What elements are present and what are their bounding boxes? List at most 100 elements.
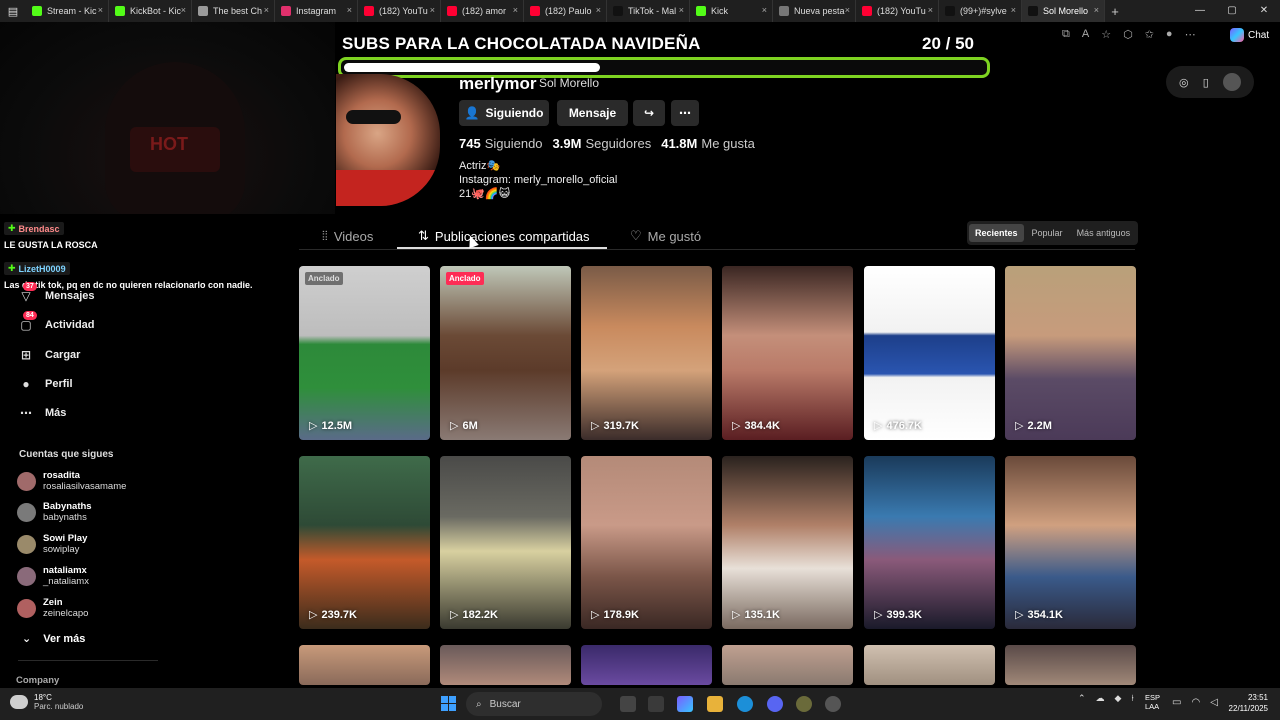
- open-in-app-icon[interactable]: ⧉: [1062, 28, 1070, 41]
- extensions-icon[interactable]: ⬡: [1123, 28, 1133, 41]
- close-window-icon[interactable]: ✕: [1248, 0, 1280, 22]
- sort-recent-button[interactable]: Recientes: [969, 224, 1024, 242]
- browser-tab[interactable]: Nueva pesta ×: [773, 0, 856, 22]
- browser-menu-icon[interactable]: ▤: [0, 5, 26, 18]
- tab-close-icon[interactable]: ×: [513, 5, 518, 15]
- following-button[interactable]: 👤 Siguiendo: [459, 100, 549, 126]
- sort-popular-button[interactable]: Popular: [1026, 224, 1069, 242]
- browser-tab[interactable]: (182) Paulo ×: [524, 0, 607, 22]
- browser-tab[interactable]: TikTok - Mal ×: [607, 0, 690, 22]
- tab-close-icon[interactable]: ×: [98, 5, 103, 15]
- nav-upload[interactable]: ⊞ Cargar: [19, 348, 81, 362]
- video-thumbnail[interactable]: [581, 645, 712, 685]
- app-tray-icon[interactable]: ◆: [1115, 693, 1122, 704]
- obs-icon[interactable]: [825, 696, 841, 712]
- sort-oldest-button[interactable]: Más antiguos: [1071, 224, 1137, 242]
- tab-close-icon[interactable]: ×: [845, 5, 850, 15]
- tab-close-icon[interactable]: ×: [928, 5, 933, 15]
- video-thumbnail[interactable]: ▷ 399.3K: [864, 456, 995, 629]
- nav-more[interactable]: ⋯ Más: [19, 406, 66, 420]
- menu-dots-icon[interactable]: ⋯: [1185, 28, 1196, 41]
- favorites-icon[interactable]: ✩: [1145, 28, 1154, 41]
- copilot-taskbar-icon[interactable]: [677, 696, 693, 712]
- browser-tab[interactable]: (182) amor ×: [441, 0, 524, 22]
- video-thumbnail[interactable]: [299, 645, 430, 685]
- profile-avatar[interactable]: [336, 74, 440, 206]
- chevron-up-icon[interactable]: ⌃: [1078, 693, 1086, 704]
- cloud-tray-icon[interactable]: ☁: [1096, 693, 1105, 704]
- browser-tab[interactable]: (182) YouTu ×: [856, 0, 939, 22]
- tab-close-icon[interactable]: ×: [679, 5, 684, 15]
- copilot-chat-button[interactable]: Chat: [1230, 28, 1269, 42]
- browser-tab[interactable]: Kick ×: [690, 0, 773, 22]
- system-clock[interactable]: 23:51 22/11/2025: [1222, 692, 1268, 714]
- maximize-icon[interactable]: ▢: [1216, 0, 1248, 22]
- discord-icon[interactable]: [767, 696, 783, 712]
- user-avatar[interactable]: [1222, 73, 1241, 91]
- tab-close-icon[interactable]: ×: [762, 5, 767, 15]
- nav-messages[interactable]: ▽ 37 Mensajes: [19, 282, 95, 303]
- following-account[interactable]: Babynaths babynaths: [17, 501, 92, 523]
- store-icon[interactable]: [648, 696, 664, 712]
- browser-tab[interactable]: The best Ch ×: [192, 0, 275, 22]
- tab-close-icon[interactable]: ×: [347, 5, 352, 15]
- share-button[interactable]: ↪: [633, 100, 665, 126]
- browser-tab[interactable]: Stream - Kic ×: [26, 0, 109, 22]
- tab-close-icon[interactable]: ×: [1011, 5, 1016, 15]
- message-button[interactable]: Mensaje: [557, 100, 628, 126]
- video-thumbnail[interactable]: Anclado ▷ 6M: [440, 266, 571, 440]
- following-account[interactable]: Sowi Play sowiplay: [17, 533, 87, 555]
- more-options-button[interactable]: ⋯: [671, 100, 699, 126]
- task-view-icon[interactable]: [620, 696, 636, 712]
- stat-followers[interactable]: 3.9M Seguidores: [553, 136, 652, 151]
- tab-close-icon[interactable]: ×: [1094, 5, 1099, 15]
- following-account[interactable]: rosadita rosaliasilvasamame: [17, 470, 126, 492]
- minimize-icon[interactable]: —: [1184, 0, 1216, 22]
- video-thumbnail[interactable]: ▷ 354.1K: [1005, 456, 1136, 629]
- following-account[interactable]: nataliamx _nataliamx: [17, 565, 89, 587]
- video-thumbnail[interactable]: ▷ 135.1K: [722, 456, 853, 629]
- following-account[interactable]: Zein zeinelcapo: [17, 597, 88, 619]
- new-tab-button[interactable]: +: [1105, 4, 1125, 19]
- tab-videos[interactable]: ⦙⦙ Videos: [322, 228, 373, 244]
- video-thumbnail[interactable]: Anclado ▷ 12.5M: [299, 266, 430, 440]
- weather-widget[interactable]: 18°C Parc. nublado: [10, 693, 83, 711]
- video-thumbnail[interactable]: [440, 645, 571, 685]
- tab-close-icon[interactable]: ×: [181, 5, 186, 15]
- tab-reposts[interactable]: ⇅ Publicaciones compartidas: [418, 228, 590, 244]
- phone-icon[interactable]: ▯: [1203, 76, 1209, 89]
- company-link[interactable]: Company: [16, 675, 59, 686]
- video-thumbnail[interactable]: [864, 645, 995, 685]
- video-thumbnail[interactable]: ▷ 178.9K: [581, 456, 712, 629]
- edge-icon[interactable]: [737, 696, 753, 712]
- windows-start-icon[interactable]: [441, 696, 456, 711]
- quick-settings[interactable]: ▭ ◠ ◁: [1172, 697, 1218, 708]
- video-thumbnail[interactable]: ▷ 476.7K: [864, 266, 995, 440]
- video-thumbnail[interactable]: [722, 645, 853, 685]
- tab-close-icon[interactable]: ×: [596, 5, 601, 15]
- video-thumbnail[interactable]: [1005, 645, 1136, 685]
- translate-icon[interactable]: A: [1082, 28, 1089, 41]
- language-indicator[interactable]: ESP LAA: [1145, 693, 1160, 711]
- video-thumbnail[interactable]: ▷ 182.2K: [440, 456, 571, 629]
- tab-liked[interactable]: ♡ Me gustó: [630, 228, 701, 244]
- microphone-icon[interactable]: ⍿: [1131, 693, 1133, 704]
- compass-icon[interactable]: ◎: [1179, 76, 1189, 89]
- nav-activity[interactable]: ▢ 84 Actividad: [19, 311, 95, 332]
- profile-icon[interactable]: ●: [1166, 28, 1173, 41]
- video-thumbnail[interactable]: ▷ 239.7K: [299, 456, 430, 629]
- browser-tab[interactable]: Sol Morello ×: [1022, 0, 1105, 22]
- app-icon[interactable]: [796, 696, 812, 712]
- taskbar-search[interactable]: ⌕ Buscar: [466, 692, 602, 716]
- video-thumbnail[interactable]: ▷ 384.4K: [722, 266, 853, 440]
- browser-tab[interactable]: (182) YouTu ×: [358, 0, 441, 22]
- browser-tab[interactable]: KickBot - Kic ×: [109, 0, 192, 22]
- stat-following[interactable]: 745 Siguiendo: [459, 136, 543, 151]
- file-explorer-icon[interactable]: [707, 696, 723, 712]
- tab-close-icon[interactable]: ×: [430, 5, 435, 15]
- video-thumbnail[interactable]: ▷ 319.7K: [581, 266, 712, 440]
- browser-tab[interactable]: Instagram ×: [275, 0, 358, 22]
- nav-profile[interactable]: ● Perfil: [19, 377, 72, 391]
- see-more-button[interactable]: ⌄ Ver más: [22, 632, 85, 646]
- video-thumbnail[interactable]: ▷ 2.2M: [1005, 266, 1136, 440]
